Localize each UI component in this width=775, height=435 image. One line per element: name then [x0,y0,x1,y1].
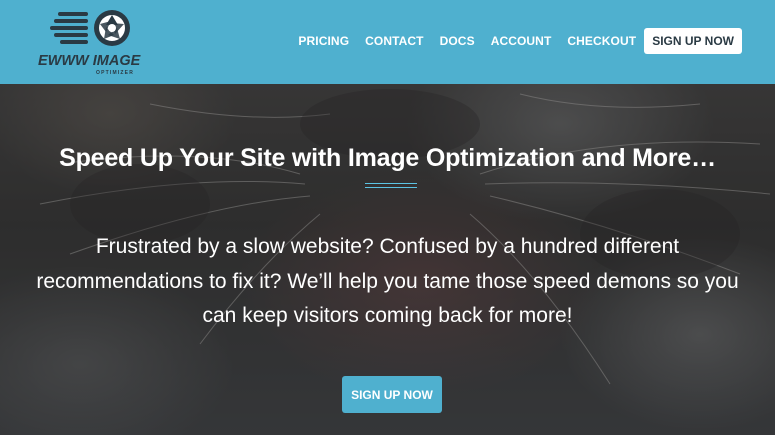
camera-aperture-icon [94,10,130,46]
nav-account[interactable]: ACCOUNT [491,34,552,48]
logo-text-sub: OPTIMIZER [96,70,134,76]
hero-title: Speed Up Your Site with Image Optimizati… [59,144,716,172]
nav-docs[interactable]: DOCS [440,34,475,48]
nav-contact[interactable]: CONTACT [365,34,423,48]
title-divider [365,183,417,188]
logo-text-main: EWWW IMAGE [38,53,142,69]
ewww-logo[interactable]: EWWW IMAGE OPTIMIZER [36,8,154,76]
nav-checkout[interactable]: CHECKOUT [567,34,636,48]
site-header: EWWW IMAGE OPTIMIZER PRICING CONTACT DOC… [0,0,775,84]
nav-signup-button[interactable]: SIGN UP NOW [644,28,742,54]
speed-lines-icon [50,12,88,44]
main-nav: PRICING CONTACT DOCS ACCOUNT CHECKOUT SI… [298,28,742,54]
hero-description: Frustrated by a slow website? Confused b… [36,235,739,327]
hero-signup-button[interactable]: SIGN UP NOW [342,376,442,413]
nav-pricing[interactable]: PRICING [298,34,349,48]
hero-section: Speed Up Your Site with Image Optimizati… [0,84,775,435]
